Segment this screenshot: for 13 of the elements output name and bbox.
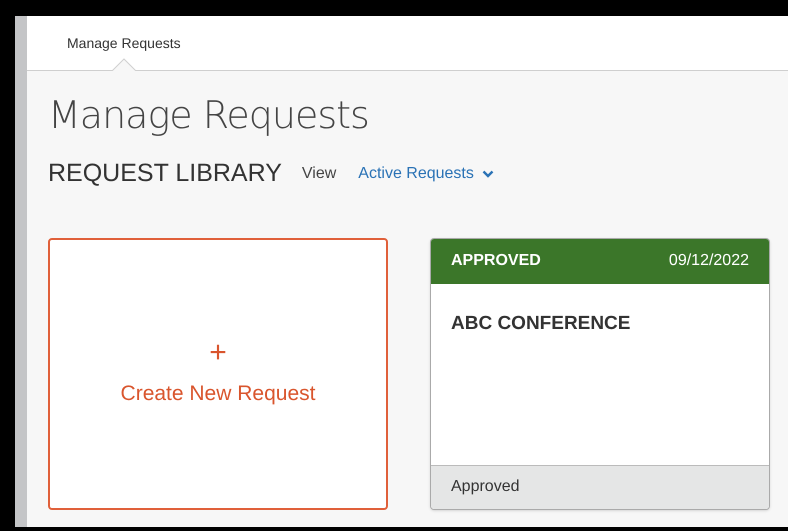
chevron-down-icon xyxy=(482,170,494,178)
status-text: Approved xyxy=(451,477,520,497)
filter-dropdown[interactable]: Active Requests xyxy=(358,162,494,186)
create-request-card[interactable]: + Create New Request xyxy=(48,238,388,510)
view-label: View xyxy=(302,164,336,184)
request-card[interactable]: APPROVED 09/12/2022 ABC CONFERENCE Approved xyxy=(430,238,770,510)
nav-tab[interactable]: Manage Requests xyxy=(67,32,181,54)
status-label: APPROVED xyxy=(451,251,541,271)
page-title: Manage Requests xyxy=(48,93,370,137)
request-date: 09/12/2022 xyxy=(668,251,749,271)
plus-icon: + xyxy=(209,338,227,368)
section-heading: REQUEST LIBRARY xyxy=(48,158,282,189)
request-name: ABC CONFERENCE xyxy=(451,312,630,334)
